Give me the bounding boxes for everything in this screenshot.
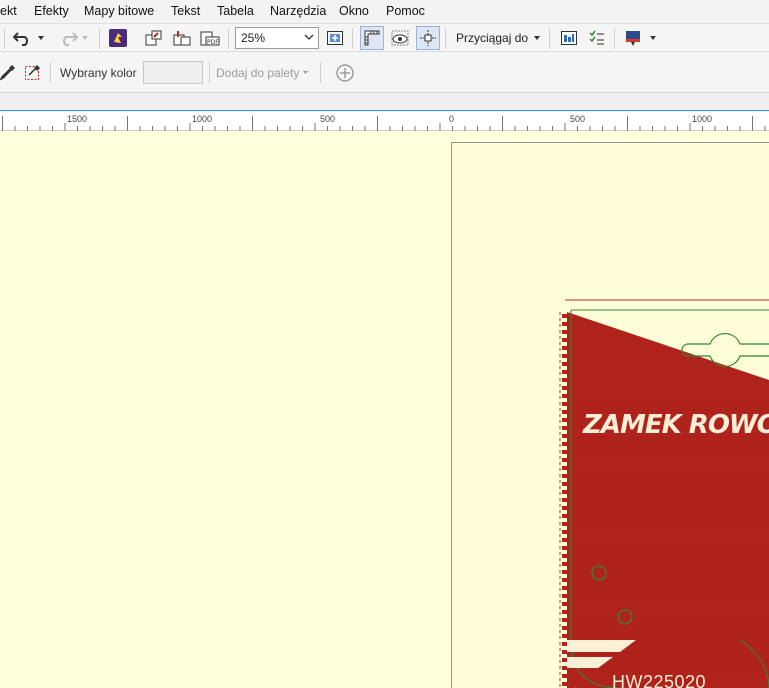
perforation-tooth bbox=[562, 562, 568, 566]
perforation-tooth bbox=[562, 370, 568, 374]
perforation-tooth bbox=[562, 554, 568, 558]
perforation-tooth bbox=[562, 618, 568, 622]
perforation-tooth bbox=[562, 634, 568, 638]
perforation-tooth bbox=[562, 594, 568, 598]
packaging-artwork[interactable] bbox=[0, 0, 769, 688]
perforation-tooth bbox=[562, 482, 568, 486]
perforation-tooth bbox=[562, 546, 568, 550]
perforation-tooth bbox=[562, 570, 568, 574]
perforation-tooth bbox=[562, 330, 568, 334]
perforation-tooth bbox=[562, 434, 568, 438]
perforation-tooth bbox=[562, 578, 568, 582]
perforation-tooth bbox=[562, 442, 568, 446]
perforation-tooth bbox=[562, 626, 568, 630]
perforation-tooth bbox=[562, 418, 568, 422]
perforation-tooth bbox=[562, 450, 568, 454]
perforation-tooth bbox=[562, 674, 568, 678]
perforation-tooth bbox=[562, 378, 568, 382]
perforation-tooth bbox=[562, 346, 568, 350]
perforation-tooth bbox=[562, 474, 568, 478]
perforation-tooth bbox=[562, 394, 568, 398]
perforation-tooth bbox=[562, 530, 568, 534]
perforation-tooth bbox=[562, 602, 568, 606]
perforation-tooth bbox=[562, 426, 568, 430]
perforation-tooth bbox=[562, 402, 568, 406]
perforation-tooth bbox=[562, 466, 568, 470]
perforation-tooth bbox=[562, 538, 568, 542]
perforation-tooth bbox=[562, 338, 568, 342]
perforation-tooth bbox=[562, 498, 568, 502]
perforation-tooth bbox=[562, 386, 568, 390]
artwork-code[interactable]: HW225020 bbox=[612, 672, 706, 688]
perforation-tooth bbox=[562, 522, 568, 526]
perforation-tooth bbox=[562, 314, 568, 318]
perforation-tooth bbox=[562, 410, 568, 414]
perforation-tooth bbox=[562, 362, 568, 366]
artwork-title[interactable]: ZAMEK ROWO bbox=[583, 410, 769, 440]
perforation-tooth bbox=[562, 586, 568, 590]
perforation-tooth bbox=[562, 490, 568, 494]
perforation-tooth bbox=[562, 514, 568, 518]
perforation-tooth bbox=[562, 322, 568, 326]
perforation-tooth bbox=[562, 458, 568, 462]
perforation-tooth bbox=[562, 506, 568, 510]
perforation-tooth bbox=[562, 354, 568, 358]
perforation-tooth bbox=[562, 682, 568, 686]
perforation-tooth bbox=[562, 610, 568, 614]
